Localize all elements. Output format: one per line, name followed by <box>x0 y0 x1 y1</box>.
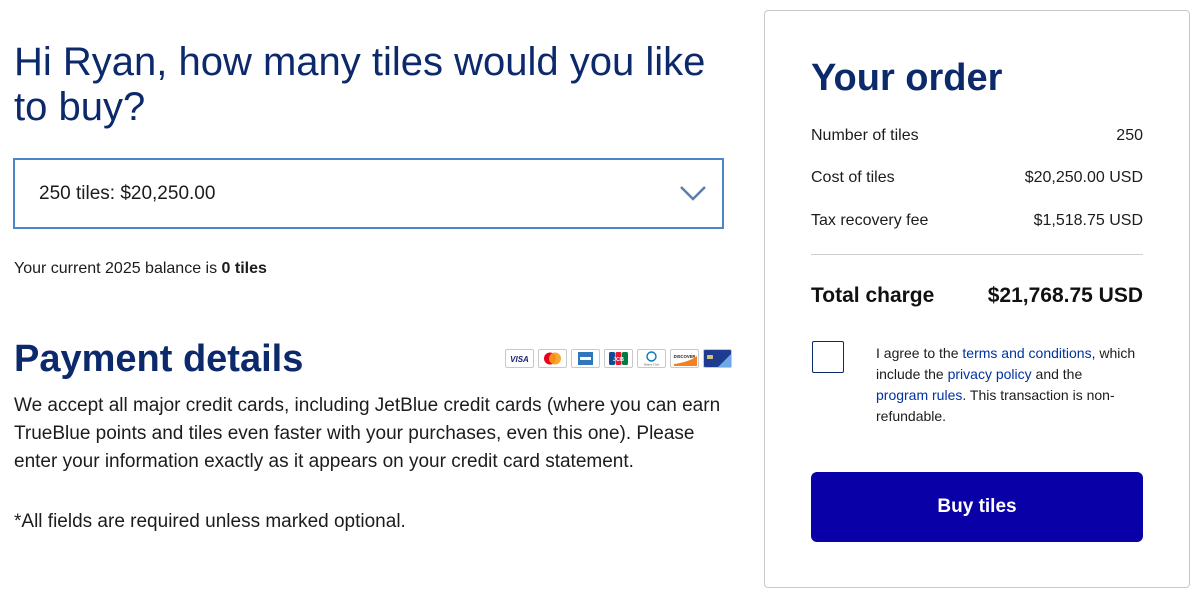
payment-details-title: Payment details <box>14 338 304 380</box>
program-rules-link[interactable]: program rules <box>876 387 962 403</box>
tile-balance: Your current 2025 balance is 0 tiles <box>14 260 267 278</box>
order-row-tax-recovery-fee: Tax recovery fee $1,518.75 USD <box>811 212 1143 230</box>
amex-icon <box>571 349 600 368</box>
tiles-select-value: 250 tiles: $20,250.00 <box>39 182 216 204</box>
visa-label: VISA <box>510 355 529 364</box>
privacy-policy-link[interactable]: privacy policy <box>948 366 1032 382</box>
jcb-label: JCB <box>613 357 624 363</box>
order-row-label: Tax recovery fee <box>811 212 929 229</box>
payment-description: We accept all major credit cards, includ… <box>14 395 721 472</box>
total-charge-label: Total charge <box>811 284 935 307</box>
tiles-quantity-select[interactable]: 250 tiles: $20,250.00 <box>13 158 724 229</box>
required-fields-note: *All fields are required unless marked o… <box>14 511 406 532</box>
order-row-number-of-tiles: Number of tiles 250 <box>811 127 1143 145</box>
balance-prefix: Your current 2025 balance is <box>14 260 222 277</box>
terms-and-conditions-link[interactable]: terms and conditions <box>962 345 1091 361</box>
total-charge-row: Total charge $21,768.75 USD <box>811 284 1143 308</box>
discover-label: DISCOVER <box>674 354 696 359</box>
order-row-label: Number of tiles <box>811 127 919 144</box>
chevron-down-icon <box>680 186 706 201</box>
order-title: Your order <box>811 57 1003 99</box>
agree-terms-text: I agree to the terms and conditions, whi… <box>876 343 1138 427</box>
diners-label: Diners Club <box>644 363 660 367</box>
mastercard-icon <box>538 349 567 368</box>
order-row-value: 250 <box>1116 127 1143 144</box>
visa-icon: VISA <box>505 349 534 368</box>
total-charge-value: $21,768.75 USD <box>987 284 1143 307</box>
discover-icon: DISCOVER <box>670 349 699 368</box>
order-divider <box>811 254 1143 255</box>
order-row-label: Cost of tiles <box>811 169 895 186</box>
balance-value: 0 tiles <box>221 260 267 277</box>
order-row-value: $20,250.00 USD <box>1024 169 1143 186</box>
agree-terms-checkbox[interactable] <box>812 341 844 373</box>
order-summary-panel: Your order Number of tiles 250 Cost of t… <box>764 10 1190 588</box>
order-row-cost-of-tiles: Cost of tiles $20,250.00 USD <box>811 169 1143 187</box>
order-row-value: $1,518.75 USD <box>1033 212 1143 229</box>
jetblue-card-icon <box>703 349 732 368</box>
diners-club-icon: Diners Club <box>637 349 666 368</box>
agree-text-part1: I agree to the <box>876 345 963 361</box>
page-heading: Hi Ryan, how many tiles would you like t… <box>14 40 706 129</box>
agree-text-part3: and the <box>1031 366 1083 382</box>
buy-tiles-button[interactable]: Buy tiles <box>811 472 1143 542</box>
accepted-cards: VISA JCB Diners Club DISCOVER <box>505 349 732 368</box>
jcb-icon: JCB <box>604 349 633 368</box>
